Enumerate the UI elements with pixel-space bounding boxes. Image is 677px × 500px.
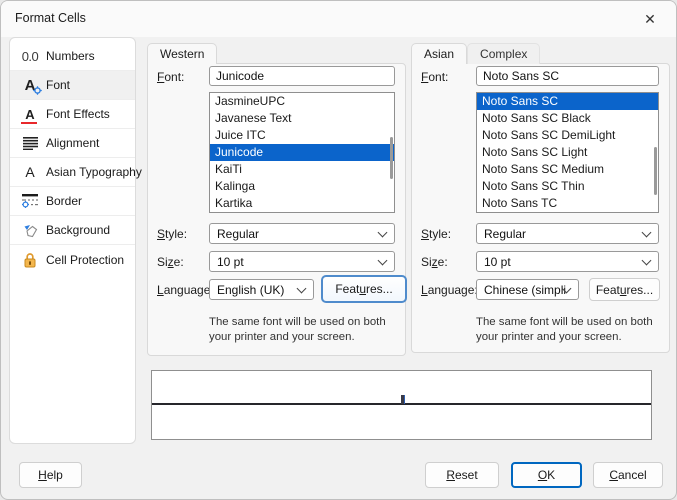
numbers-icon: 0.0: [17, 45, 43, 67]
font-list-item[interactable]: Noto Sans SC DemiLight: [477, 127, 658, 144]
sidebar-item-numbers[interactable]: 0.0 Numbers: [10, 42, 135, 71]
western-language-combo[interactable]: English (UK): [209, 279, 314, 300]
asian-tabs: Asian Complex: [411, 43, 670, 64]
asian-style-label: Style:: [421, 227, 451, 241]
western-panel: Western Font: JasmineUPCJavanese TextJui…: [147, 43, 406, 356]
asian-language-combo[interactable]: Chinese (simplified): [476, 279, 579, 300]
asian-size-combo[interactable]: 10 pt: [476, 251, 659, 272]
font-list-item[interactable]: Noto Sans SC Light: [477, 144, 658, 161]
category-sidebar: 0.0 Numbers A Font A Font Effects Alignm…: [9, 37, 136, 444]
sidebar-item-font-effects[interactable]: A Font Effects: [10, 100, 135, 129]
cancel-button[interactable]: Cancel: [593, 462, 663, 488]
font-list-item[interactable]: Juice ITC: [210, 127, 394, 144]
asian-features-button[interactable]: Features...: [589, 278, 660, 301]
format-cells-dialog: Format Cells ✕ 0.0 Numbers A Font A Font…: [0, 0, 677, 500]
asian-font-list: Noto Sans SCNoto Sans SC BlackNoto Sans …: [476, 92, 659, 213]
sidebar-item-background[interactable]: Background: [10, 216, 135, 245]
asian-page: Font: Noto Sans SCNoto Sans SC BlackNoto…: [411, 63, 670, 353]
border-icon: [17, 190, 43, 212]
tab-complex[interactable]: Complex: [467, 43, 540, 64]
western-tabs: Western: [147, 43, 406, 64]
asian-language-label: Language:: [421, 283, 478, 297]
western-font-label: Font:: [157, 70, 184, 84]
font-list-item[interactable]: Noto Sans SC Black: [477, 110, 658, 127]
font-list-item[interactable]: Kalinga: [210, 178, 394, 195]
western-font-input[interactable]: [209, 66, 395, 86]
font-list-item[interactable]: Junicode: [210, 144, 394, 161]
font-preview: [151, 370, 652, 440]
background-icon: [17, 219, 43, 241]
western-style-label: Style:: [157, 227, 187, 241]
titlebar: Format Cells ✕: [1, 1, 676, 37]
asian-font-input[interactable]: [476, 66, 659, 86]
sidebar-item-alignment[interactable]: Alignment: [10, 129, 135, 158]
western-language-label: Language:: [157, 283, 214, 297]
font-list-item[interactable]: Noto Sans SC: [477, 93, 658, 110]
western-style-combo[interactable]: Regular: [209, 223, 395, 244]
asian-panel: Asian Complex Font: Noto Sans SCNoto San…: [411, 43, 670, 353]
tab-western[interactable]: Western: [147, 43, 217, 64]
help-button[interactable]: Help: [19, 462, 82, 488]
western-size-label: Size:: [157, 255, 184, 269]
dialog-title: Format Cells: [15, 11, 86, 25]
ok-button[interactable]: OK: [511, 462, 582, 488]
sidebar-item-font[interactable]: A Font: [10, 71, 135, 100]
font-effects-icon: A: [17, 103, 43, 125]
preview-sample-glyph: [401, 395, 405, 404]
western-note: The same font will be used on both your …: [209, 315, 394, 344]
western-page: Font: JasmineUPCJavanese TextJuice ITCJu…: [147, 63, 406, 356]
font-list-item[interactable]: Kartika: [210, 195, 394, 212]
reset-button[interactable]: Reset: [425, 462, 499, 488]
asian-font-label: Font:: [421, 70, 448, 84]
cell-protection-icon: [17, 249, 43, 271]
western-size-combo[interactable]: 10 pt: [209, 251, 395, 272]
alignment-icon: [17, 132, 43, 154]
western-font-list: JasmineUPCJavanese TextJuice ITCJunicode…: [209, 92, 395, 213]
asian-typography-icon: A: [17, 161, 43, 183]
font-list-item[interactable]: Noto Sans SC Thin: [477, 178, 658, 195]
asian-note: The same font will be used on both your …: [476, 315, 661, 344]
font-list-item[interactable]: Javanese Text: [210, 110, 394, 127]
asian-size-label: Size:: [421, 255, 448, 269]
asian-style-combo[interactable]: Regular: [476, 223, 659, 244]
font-icon: A: [17, 74, 43, 96]
tab-asian[interactable]: Asian: [411, 43, 467, 64]
font-list-item[interactable]: JasmineUPC: [210, 93, 394, 110]
font-list-item[interactable]: Noto Sans TC: [477, 195, 658, 212]
sidebar-item-border[interactable]: Border: [10, 187, 135, 216]
asian-list-scrollbar[interactable]: [654, 147, 657, 195]
western-list-scrollbar[interactable]: [390, 137, 393, 179]
western-features-button[interactable]: Features...: [321, 275, 407, 303]
sidebar-item-asian-typography[interactable]: A Asian Typography: [10, 158, 135, 187]
font-list-item[interactable]: KaiTi: [210, 161, 394, 178]
sidebar-item-cell-protection[interactable]: Cell Protection: [10, 245, 135, 274]
close-icon[interactable]: ✕: [636, 8, 664, 30]
font-list-item[interactable]: Noto Sans SC Medium: [477, 161, 658, 178]
